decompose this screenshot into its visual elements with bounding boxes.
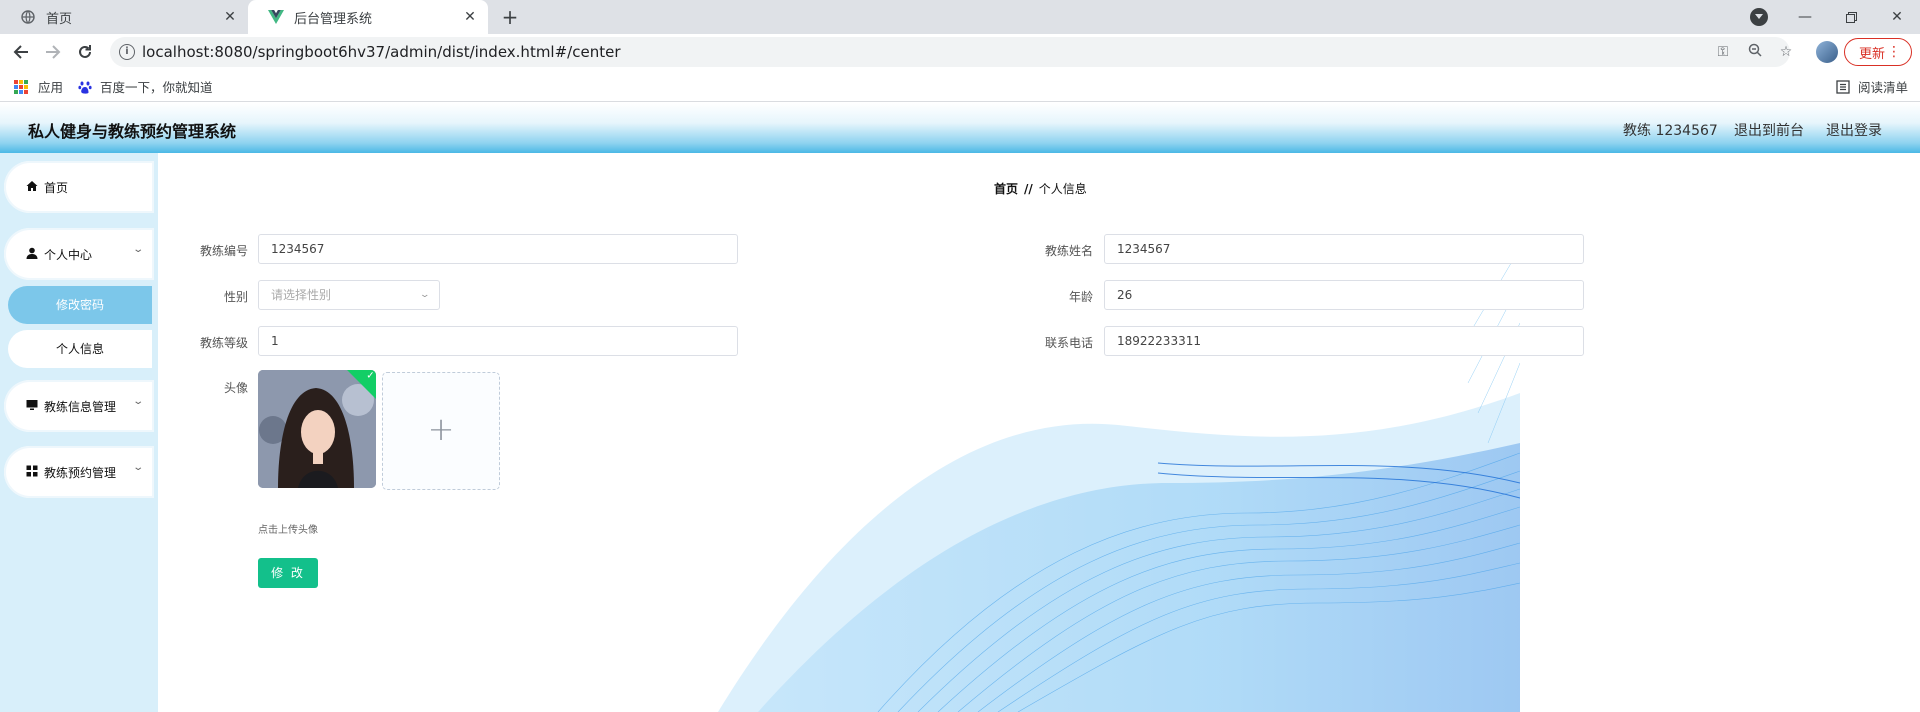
upload-tip: 点击上传头像 — [258, 525, 318, 536]
plus-icon: + — [427, 410, 455, 448]
bookmark-apps[interactable]: 应用 — [14, 77, 63, 96]
sidebar-item-label: 首页 — [44, 181, 69, 195]
chevron-down-icon: ⌄ — [131, 462, 144, 473]
chevron-down-icon: ⌄ — [131, 396, 144, 407]
sidebar-subitem-change-password[interactable]: 修改密码 — [8, 286, 152, 324]
bookmarks-bar: 应用 百度一下，你就知道 阅读清单 — [0, 70, 1920, 102]
reload-icon[interactable] — [75, 42, 95, 62]
avatar-upload-button[interactable]: + — [382, 372, 500, 490]
gender-placeholder: 请选择性别 — [271, 288, 332, 302]
gender-label: 性别 — [223, 290, 248, 304]
sidebar-item-personal-center[interactable]: 个人中心 ⌄ — [4, 228, 154, 280]
sidebar-item-coach-booking-mgmt[interactable]: 教练预约管理 ⌄ — [4, 446, 154, 498]
coach-name-label: 教练姓名 — [1044, 244, 1093, 258]
apps-grid-icon — [14, 79, 28, 94]
breadcrumb-separator: // — [1024, 182, 1033, 196]
sidebar: 首页 个人中心 ⌄ 修改密码 个人信息 教练信息管理 ⌄ 教练预约管理 ⌄ — [0, 153, 158, 712]
age-label: 年龄 — [1068, 290, 1093, 304]
zoom-icon[interactable] — [1746, 43, 1764, 61]
browser-toolbar: i localhost:8080/springboot6hv37/admin/d… — [0, 34, 1920, 70]
coach-no-label: 教练编号 — [199, 244, 248, 258]
chevron-down-icon: ⌄ — [419, 290, 431, 300]
sidebar-item-label: 个人中心 — [44, 248, 93, 262]
more-menu-icon[interactable]: ⋮ — [1887, 43, 1901, 61]
sidebar-item-label: 教练预约管理 — [44, 466, 117, 480]
key-icon[interactable]: ⚿ — [1714, 43, 1732, 61]
chevron-down-icon: ⌄ — [131, 244, 144, 255]
browser-tab-admin[interactable]: 后台管理系统 ✕ — [248, 0, 488, 34]
baidu-paw-icon — [78, 81, 92, 94]
sidebar-item-coach-info-mgmt[interactable]: 教练信息管理 ⌄ — [4, 380, 154, 432]
main-content: 首页 // 个人信息 教练编号 1234567 教练姓名 1234567 性别 请选… — [158, 153, 1920, 712]
update-button[interactable]: 更新 ⋮ — [1844, 38, 1912, 66]
app-title: 私人健身与教练预约管理系统 — [28, 122, 237, 141]
bookmark-label: 应用 — [38, 80, 64, 95]
profile-avatar-icon[interactable] — [1816, 41, 1838, 63]
browser-tabbar: 首页 ✕ 后台管理系统 ✕ + — ✕ — [0, 0, 1920, 34]
exit-to-front-link[interactable]: 退出到前台 — [1734, 120, 1804, 140]
breadcrumb-home[interactable]: 首页 — [994, 182, 1018, 196]
restore-icon[interactable] — [1828, 0, 1874, 34]
minimize-icon[interactable]: — — [1782, 0, 1828, 34]
check-icon: ✓ — [366, 370, 375, 382]
grid-icon — [26, 465, 38, 477]
reading-list-icon — [1836, 79, 1850, 94]
browser-tab-title: 后台管理系统 — [294, 11, 373, 27]
coach-no-input[interactable]: 1234567 — [258, 234, 738, 264]
coach-name-input[interactable]: 1234567 — [1104, 234, 1584, 264]
update-label: 更新 — [1859, 46, 1886, 62]
new-tab-icon[interactable]: + — [498, 5, 522, 29]
user-icon — [26, 247, 38, 259]
close-tab-icon[interactable]: ✕ — [222, 9, 238, 25]
tab-search-icon[interactable] — [1750, 8, 1768, 26]
bookmark-star-icon[interactable]: ☆ — [1777, 43, 1795, 61]
avatar-photo — [258, 370, 376, 488]
breadcrumb: 首页 // 个人信息 — [994, 180, 1087, 197]
phone-label: 联系电话 — [1044, 336, 1093, 350]
age-input[interactable]: 26 — [1104, 280, 1584, 310]
submit-button[interactable]: 修 改 — [258, 558, 318, 588]
browser-tab-title: 首页 — [46, 11, 73, 27]
close-tab-icon[interactable]: ✕ — [462, 9, 478, 25]
site-info-icon[interactable]: i — [119, 44, 135, 60]
sidebar-item-label: 教练信息管理 — [44, 400, 117, 414]
back-icon[interactable] — [11, 42, 31, 62]
level-input[interactable]: 1 — [258, 326, 738, 356]
bookmark-label: 百度一下，你就知道 — [100, 80, 213, 95]
address-bar[interactable]: i localhost:8080/springboot6hv37/admin/d… — [110, 37, 1792, 67]
phone-input[interactable]: 18922233311 — [1104, 326, 1584, 356]
home-icon — [26, 181, 38, 191]
app-header: 私人健身与教练预约管理系统 教练 1234567 退出到前台 退出登录 — [0, 103, 1920, 153]
gender-select[interactable]: 请选择性别 ⌄ — [258, 280, 440, 310]
forward-icon[interactable] — [43, 42, 63, 62]
vue-logo-icon — [268, 9, 284, 25]
reading-list[interactable]: 阅读清单 — [1836, 77, 1908, 96]
avatar-image[interactable]: ✓ — [258, 370, 376, 488]
globe-icon — [20, 9, 36, 25]
avatar-label: 头像 — [223, 381, 248, 395]
monitor-icon — [26, 400, 38, 410]
sidebar-item-home[interactable]: 首页 — [4, 161, 154, 213]
sidebar-subitem-personal-info[interactable]: 个人信息 — [8, 330, 152, 368]
breadcrumb-current: 个人信息 — [1038, 182, 1087, 196]
logout-link[interactable]: 退出登录 — [1826, 120, 1882, 140]
reading-list-label: 阅读清单 — [1858, 80, 1909, 95]
url-text: localhost:8080/springboot6hv37/admin/dis… — [142, 43, 621, 61]
level-label: 教练等级 — [199, 336, 248, 350]
bookmark-baidu[interactable]: 百度一下，你就知道 — [78, 77, 213, 96]
current-user: 教练 1234567 — [1623, 123, 1718, 139]
browser-tab-home[interactable]: 首页 ✕ — [0, 0, 248, 34]
close-window-icon[interactable]: ✕ — [1874, 0, 1920, 34]
